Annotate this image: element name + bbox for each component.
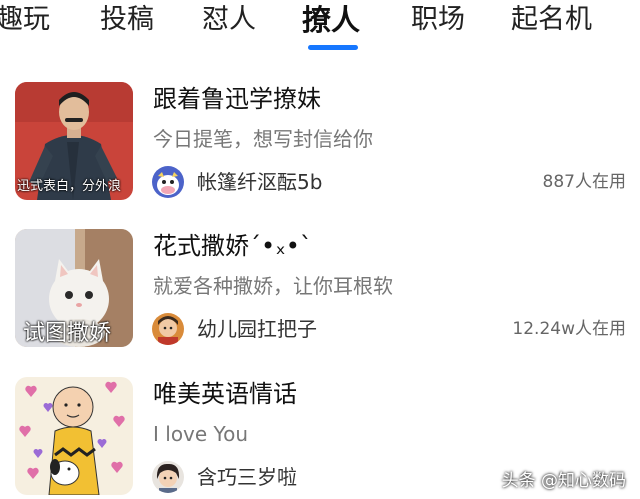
author-avatar[interactable] <box>152 313 184 345</box>
item-title: 跟着鲁迅学撩妹 <box>153 85 321 113</box>
item-thumbnail[interactable] <box>15 377 133 495</box>
thumb-caption: 迅式表白，分外浪 <box>17 179 122 194</box>
tab-bar: 趣玩 投稿 怼人 撩人 职场 起名机 <box>0 0 640 60</box>
thumb-caption: 试图撒娇 <box>23 321 112 346</box>
cartoon-cow-avatar-icon <box>152 166 184 198</box>
author-name: 帐篷纤沤酝5b <box>197 170 323 194</box>
item-thumbnail[interactable]: 试图撒娇 <box>15 229 133 347</box>
author-avatar[interactable] <box>152 461 184 493</box>
page: 趣玩 投稿 怼人 撩人 职场 起名机 迅式表白，分外浪 跟着鲁迅学撩妹 今日提笔… <box>0 0 640 499</box>
list-item[interactable]: 迅式表白，分外浪 跟着鲁迅学撩妹 今日提笔，想写封信给你 帐篷纤沤酝5b 887… <box>0 82 640 212</box>
charlie-brown-snoopy-icon <box>15 377 133 495</box>
tab-tougao[interactable]: 投稿 <box>100 4 154 36</box>
item-subtitle: 今日提笔，想写封信给你 <box>153 127 373 151</box>
tab-quwan[interactable]: 趣玩 <box>0 4 50 36</box>
girl-avatar-icon <box>152 461 184 493</box>
author-name: 含巧三岁啦 <box>197 465 297 489</box>
active-tab-indicator <box>308 45 358 50</box>
item-subtitle: I love You <box>153 422 249 446</box>
item-thumbnail[interactable]: 迅式表白，分外浪 <box>15 82 133 200</box>
tab-zhichang[interactable]: 职场 <box>411 4 465 36</box>
child-avatar-icon <box>152 313 184 345</box>
tab-dui-ren[interactable]: 怼人 <box>202 4 256 36</box>
list-item[interactable]: 试图撒娇 花式撒娇´•ₓ•` 就爱各种撒娇，让你耳根软 幼儿园扛把子 12.24… <box>0 229 640 359</box>
item-subtitle: 就爱各种撒娇，让你耳根软 <box>153 274 393 298</box>
online-count: 887人在用 <box>542 172 626 192</box>
author-avatar[interactable] <box>152 166 184 198</box>
watermark: 头条 @知心数码 <box>501 471 626 491</box>
author-name: 幼儿园扛把子 <box>197 317 317 341</box>
item-title: 唯美英语情话 <box>153 380 297 408</box>
tab-qiming-ji[interactable]: 起名机 <box>511 4 592 36</box>
item-title: 花式撒娇´•ₓ•` <box>153 232 312 260</box>
online-count: 12.24w人在用 <box>512 319 626 339</box>
tab-liao-ren[interactable]: 撩人 <box>302 4 360 36</box>
